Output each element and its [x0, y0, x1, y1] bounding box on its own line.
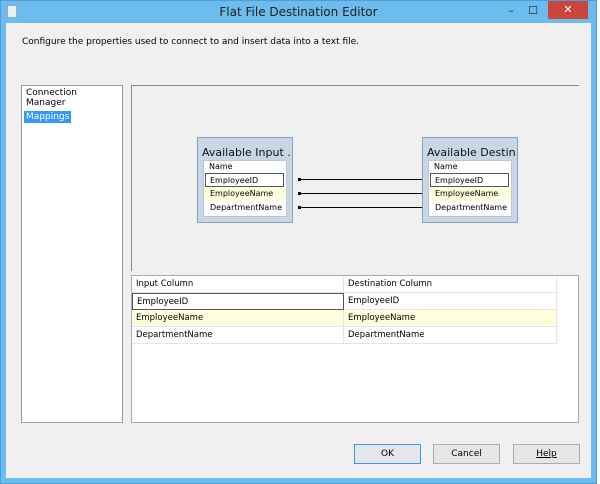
dest-box-title: Available Destin...	[427, 146, 517, 159]
title-bar: Flat File Destination Editor – ☐ ✕	[1, 1, 596, 23]
table-row[interactable]: EmployeeName EmployeeName	[132, 310, 578, 327]
header-destination-column[interactable]: Destination Column	[344, 276, 557, 293]
close-button[interactable]: ✕	[548, 1, 588, 19]
dest-column-item[interactable]: EmployeeName	[429, 187, 511, 201]
header-input-column[interactable]: Input Column	[132, 276, 344, 293]
destination-column-cell[interactable]: DepartmentName	[344, 327, 557, 344]
dest-column-item[interactable]: EmployeeID	[430, 173, 509, 187]
minimize-button[interactable]: –	[504, 3, 518, 19]
help-button[interactable]: Help	[513, 444, 580, 464]
mapping-diagram: Available Input ... Name EmployeeID Empl…	[131, 85, 579, 271]
input-box-header: Name	[209, 162, 233, 171]
input-box-title: Available Input ...	[202, 146, 292, 159]
available-destination-columns-box[interactable]: Available Destin... Name EmployeeID Empl…	[422, 137, 518, 223]
grid-header-row: Input Column Destination Column	[132, 276, 578, 293]
input-column-cell[interactable]: DepartmentName	[132, 327, 344, 344]
destination-column-cell[interactable]: EmployeeID	[344, 293, 557, 310]
nav-item-mappings[interactable]: Mappings	[24, 111, 72, 123]
description-text: Configure the properties used to connect…	[22, 37, 360, 47]
mappings-grid: Input Column Destination Column Employee…	[131, 275, 579, 423]
input-column-item[interactable]: EmployeeID	[205, 173, 284, 187]
table-row[interactable]: DepartmentName DepartmentName	[132, 327, 578, 344]
input-column-item[interactable]: EmployeeName	[204, 187, 286, 201]
page-list: Connection Manager Mappings	[21, 85, 123, 423]
maximize-button[interactable]: ☐	[526, 3, 540, 19]
input-column-item[interactable]: DepartmentName	[204, 201, 286, 215]
cancel-button[interactable]: Cancel	[433, 444, 500, 464]
input-column-cell[interactable]: EmployeeID	[132, 293, 344, 310]
mapping-line[interactable]	[298, 191, 426, 195]
available-input-columns-box[interactable]: Available Input ... Name EmployeeID Empl…	[197, 137, 293, 223]
destination-column-cell[interactable]: EmployeeName	[344, 310, 557, 327]
ok-button[interactable]: OK	[354, 444, 421, 464]
input-column-cell[interactable]: EmployeeName	[132, 310, 344, 327]
dialog-body: Configure the properties used to connect…	[6, 23, 591, 478]
dest-box-header: Name	[434, 162, 458, 171]
mapping-line[interactable]	[298, 177, 426, 181]
dest-column-item[interactable]: DepartmentName	[429, 201, 511, 215]
nav-item-connection-manager[interactable]: Connection Manager	[22, 87, 122, 109]
dialog-window: Flat File Destination Editor – ☐ ✕ Confi…	[0, 0, 597, 484]
table-row[interactable]: EmployeeID EmployeeID	[132, 293, 578, 310]
mapping-line[interactable]	[298, 205, 426, 209]
